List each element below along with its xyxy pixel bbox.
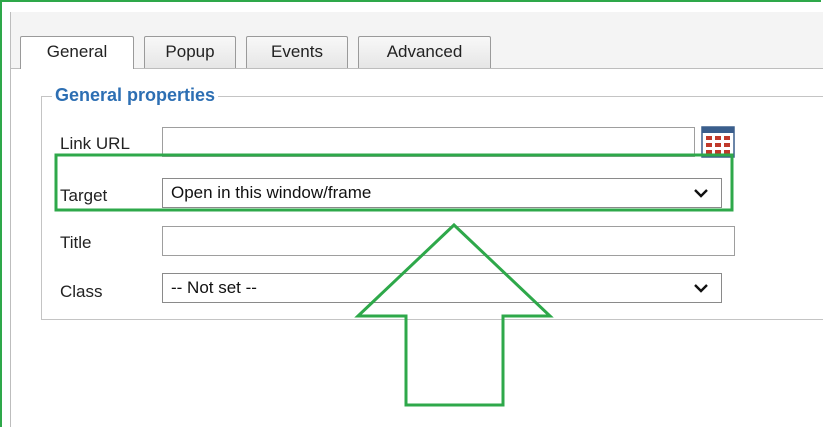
title-input[interactable] bbox=[162, 226, 735, 256]
calendar-grid-icon[interactable] bbox=[701, 126, 735, 158]
section-legend: General properties bbox=[52, 83, 219, 107]
class-select-value: -- Not set -- bbox=[171, 278, 257, 297]
tab-popup[interactable]: Popup bbox=[144, 36, 236, 68]
tab-events[interactable]: Events bbox=[246, 36, 348, 68]
target-select-value: Open in this window/frame bbox=[171, 183, 372, 202]
chevron-down-icon bbox=[694, 284, 708, 293]
link-url-label: Link URL bbox=[60, 134, 130, 153]
chevron-down-icon bbox=[694, 189, 708, 198]
link-url-input[interactable] bbox=[162, 127, 695, 157]
class-select[interactable]: -- Not set -- bbox=[162, 273, 722, 303]
class-label: Class bbox=[60, 282, 103, 301]
tab-general[interactable]: General bbox=[20, 36, 134, 69]
title-label: Title bbox=[60, 233, 92, 252]
target-select[interactable]: Open in this window/frame bbox=[162, 178, 722, 208]
target-label: Target bbox=[60, 186, 108, 205]
tab-advanced[interactable]: Advanced bbox=[358, 36, 491, 68]
